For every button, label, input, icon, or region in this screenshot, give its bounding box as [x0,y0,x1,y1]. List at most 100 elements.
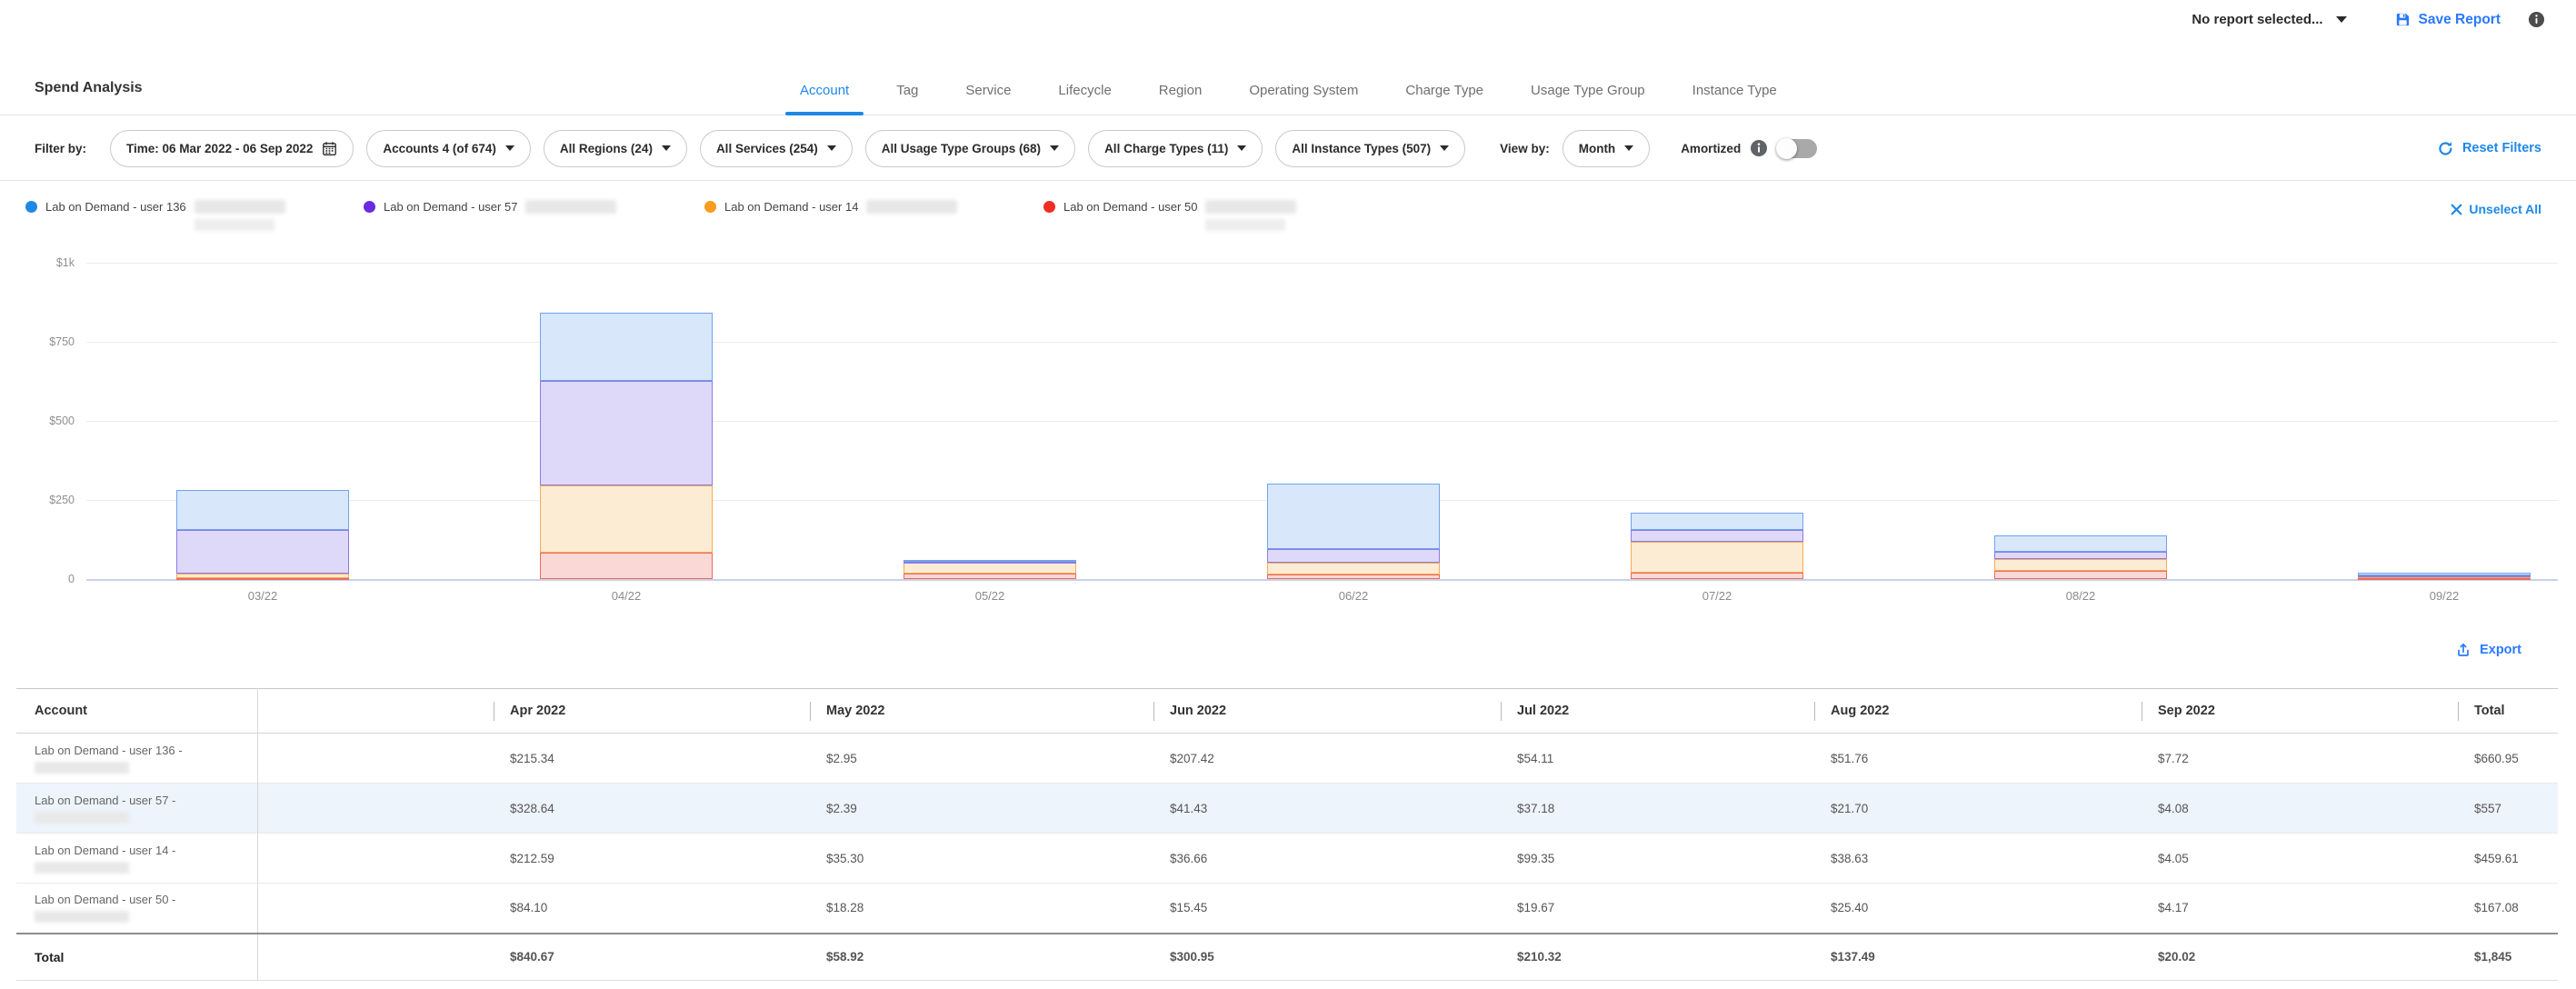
bar-segment-04-22-lab-on-demand-user-14[interactable] [540,485,713,553]
bar-segment-04-22-lab-on-demand-user-136[interactable] [540,313,713,381]
table-row-lab-on-demand-user-50: Lab on Demand - user 50 -$84.10$18.28$15… [16,884,2558,934]
bar-segment-04-22-lab-on-demand-user-57[interactable] [540,381,713,485]
x-axis-tick-label: 09/22 [2430,589,2460,603]
value-cell: $25.40 [1814,884,2142,934]
empty-cell [257,734,494,784]
bar-segment-03-22-lab-on-demand-user-50[interactable] [176,578,349,580]
filter-pill-all-charge-types-11[interactable]: All Charge Types (11) [1088,130,1263,167]
value-cell: $207.42 [1153,734,1501,784]
chart-legend: Lab on Demand - user 136 Lab on Demand - … [0,195,2576,247]
tab-charge-type[interactable]: Charge Type [1405,65,1483,115]
value-cell: $38.63 [1814,834,2142,884]
filter-pill-label: All Services (254) [716,142,818,155]
value-cell: $328.64 [494,784,810,834]
filter-pill-all-services-254[interactable]: All Services (254) [700,130,853,167]
bar-segment-07-22-lab-on-demand-user-136[interactable] [1631,513,1803,530]
amortized-control: Amortized [1681,139,1817,158]
column-header-jul-2022: Jul 2022 [1501,689,1814,734]
tab-tag[interactable]: Tag [896,65,918,115]
view-by-dropdown[interactable]: Month [1563,130,1650,167]
redacted-text [195,200,285,214]
legend-item-lab-on-demand-user-50[interactable]: Lab on Demand - user 50 [1043,200,1296,231]
legend-dot [25,201,37,213]
value-cell: $99.35 [1501,834,1814,884]
empty-cell [257,934,494,981]
total-value-cell: $20.02 [2142,934,2458,981]
reset-filters-label: Reset Filters [2462,141,2541,155]
tab-service[interactable]: Service [965,65,1011,115]
chevron-down-icon [1050,145,1059,151]
bar-segment-05-22-lab-on-demand-user-14[interactable] [904,562,1076,573]
table-header-row: AccountApr 2022May 2022Jun 2022Jul 2022A… [16,689,2558,734]
bar-segment-08-22-lab-on-demand-user-50[interactable] [1994,571,2167,579]
tab-usage-type-group[interactable]: Usage Type Group [1531,65,1645,115]
unselect-all-button[interactable]: Unselect All [2451,202,2541,216]
tab-operating-system[interactable]: Operating System [1249,65,1358,115]
legend-label: Lab on Demand - user 57 [384,200,517,214]
bar-segment-09-22-lab-on-demand-user-57[interactable] [2358,575,2531,577]
tab-region[interactable]: Region [1159,65,1203,115]
bar-segment-09-22-lab-on-demand-user-136[interactable] [2358,573,2531,575]
bar-segment-06-22-lab-on-demand-user-50[interactable] [1267,574,1440,579]
bar-segment-05-22-lab-on-demand-user-50[interactable] [904,574,1076,579]
x-axis-tick-label: 04/22 [612,589,642,603]
tab-lifecycle[interactable]: Lifecycle [1058,65,1111,115]
column-header-aug-2022: Aug 2022 [1814,689,2142,734]
filter-pill-time-range[interactable]: Time: 06 Mar 2022 - 06 Sep 2022 [110,130,354,167]
bar-segment-06-22-lab-on-demand-user-57[interactable] [1267,549,1440,562]
tab-instance-type[interactable]: Instance Type [1692,65,1777,115]
table-row-lab-on-demand-user-14: Lab on Demand - user 14 -$212.59$35.30$3… [16,834,2558,884]
filter-pill-all-usage-type-groups-68[interactable]: All Usage Type Groups (68) [865,130,1075,167]
value-cell: $84.10 [494,884,810,934]
bar-segment-08-22-lab-on-demand-user-57[interactable] [1994,552,2167,559]
bar-segment-08-22-lab-on-demand-user-14[interactable] [1994,559,2167,571]
filter-pill-accounts-4-of-674[interactable]: Accounts 4 (of 674) [366,130,531,167]
chevron-down-icon [505,145,514,151]
column-header-label: May 2022 [810,702,885,721]
bar-segment-04-22-lab-on-demand-user-50[interactable] [540,553,713,579]
info-icon[interactable] [1750,139,1768,157]
legend-item-lab-on-demand-user-57[interactable]: Lab on Demand - user 57 [364,200,616,214]
bar-segment-07-22-lab-on-demand-user-57[interactable] [1631,530,1803,542]
amortized-toggle[interactable] [1777,139,1817,158]
account-cell: Lab on Demand - user 50 - [16,884,257,934]
filter-pill-label: All Usage Type Groups (68) [882,142,1041,155]
value-cell: $21.70 [1814,784,2142,834]
unselect-all-label: Unselect All [2469,202,2541,216]
bar-segment-07-22-lab-on-demand-user-14[interactable] [1631,542,1803,574]
filter-pill-all-instance-types-507[interactable]: All Instance Types (507) [1275,130,1465,167]
tab-account[interactable]: Account [800,65,849,115]
account-cell: Lab on Demand - user 136 - [16,734,257,784]
view-by-label: View by: [1500,142,1550,155]
view-by-value: Month [1579,142,1615,155]
bar-segment-06-22-lab-on-demand-user-136[interactable] [1267,484,1440,549]
y-axis-tick-label: $1k [9,256,75,269]
filter-pill-all-regions-24[interactable]: All Regions (24) [544,130,687,167]
value-cell: $557 [2458,784,2558,834]
bar-segment-03-22-lab-on-demand-user-14[interactable] [176,574,349,578]
account-name: Lab on Demand - user 14 - [35,844,246,858]
legend-dot [364,201,375,213]
bar-segment-06-22-lab-on-demand-user-14[interactable] [1267,563,1440,574]
chevron-down-icon [1440,145,1449,151]
bar-segment-05-22-lab-on-demand-user-136[interactable] [904,560,1076,562]
info-icon[interactable] [2528,11,2545,28]
chevron-down-icon [662,145,671,151]
reset-filters-button[interactable]: Reset Filters [2437,140,2541,157]
bar-segment-07-22-lab-on-demand-user-50[interactable] [1631,573,1803,579]
redacted-text [35,911,129,923]
bar-segment-08-22-lab-on-demand-user-136[interactable] [1994,535,2167,552]
y-axis-tick-label: 0 [9,573,75,585]
legend-label: Lab on Demand - user 14 [724,200,858,214]
save-report-button[interactable]: Save Report [2394,11,2501,28]
report-selector[interactable]: No report selected... [2192,12,2346,27]
legend-item-lab-on-demand-user-14[interactable]: Lab on Demand - user 14 [704,200,957,214]
export-button[interactable]: Export [2455,642,2521,658]
filter-pill-label: All Instance Types (507) [1292,142,1431,155]
bar-segment-03-22-lab-on-demand-user-57[interactable] [176,530,349,574]
column-header-may-2022: May 2022 [810,689,1153,734]
legend-item-lab-on-demand-user-136[interactable]: Lab on Demand - user 136 [25,200,285,231]
bar-segment-03-22-lab-on-demand-user-136[interactable] [176,490,349,530]
value-cell: $54.11 [1501,734,1814,784]
value-cell: $215.34 [494,734,810,784]
